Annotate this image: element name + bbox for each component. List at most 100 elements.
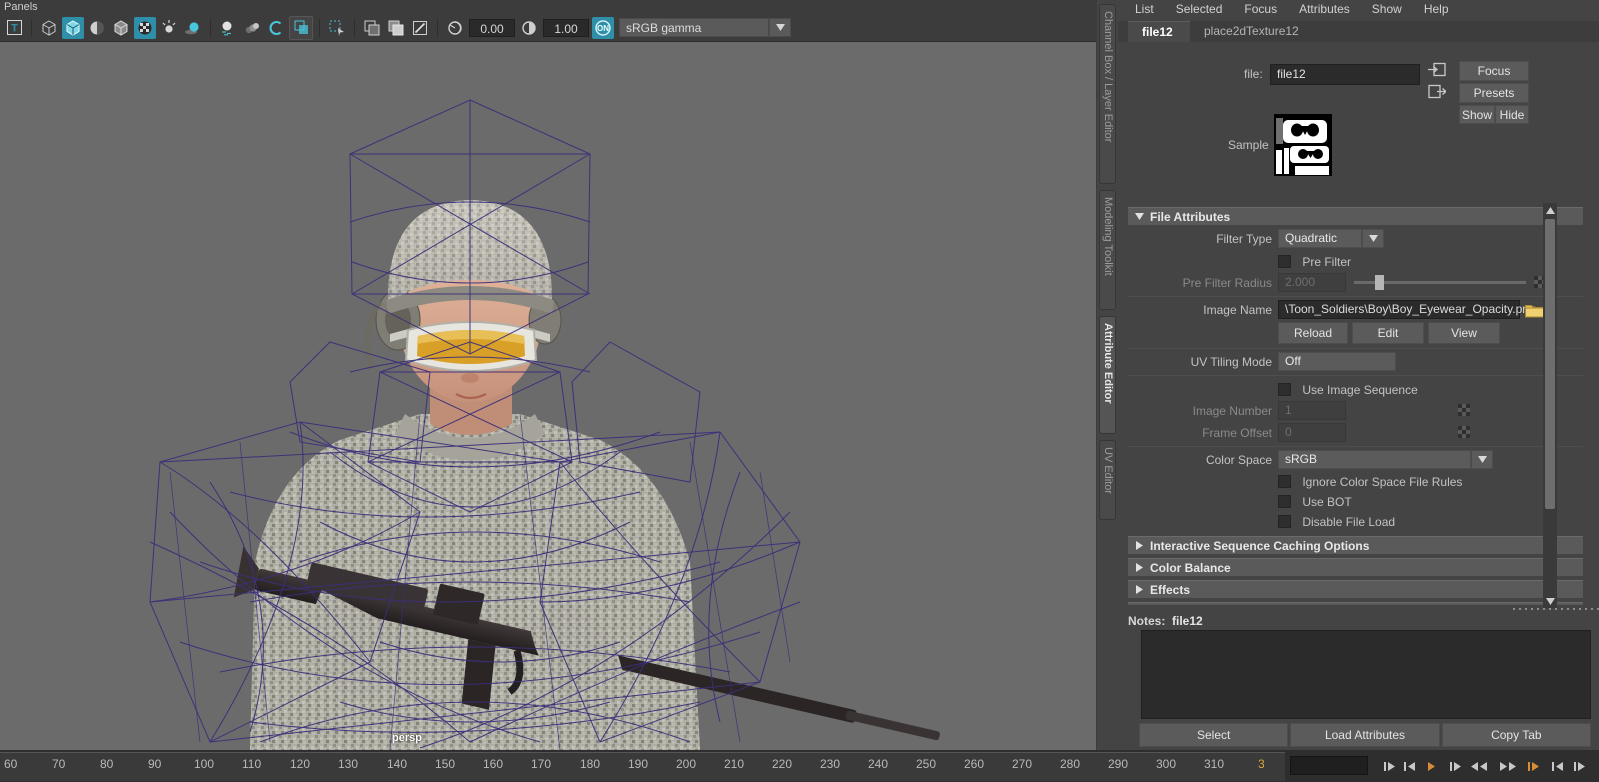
wireframe-icon[interactable]	[38, 17, 60, 39]
divider	[1128, 348, 1583, 349]
scroll-up-icon[interactable]	[1543, 203, 1557, 217]
toolbar-separator	[319, 18, 320, 37]
use-image-sequence-checkbox[interactable]	[1278, 383, 1291, 397]
time-ruler[interactable]: 60 70 80 90 100 110 120 130 140 150 160 …	[0, 752, 1285, 781]
edit-button[interactable]: Edit	[1352, 322, 1424, 344]
row-image-name: Image Name \Toon_Soldiers\Boy\Boy_Eyewea…	[1128, 300, 1583, 320]
pre-filter-radius-value[interactable]: 2.000	[1278, 273, 1346, 292]
exposure-value[interactable]: 0.00	[469, 18, 515, 37]
text-toggle-icon[interactable]: T	[3, 17, 25, 39]
film-gate-icon[interactable]	[361, 17, 383, 39]
image-number-value[interactable]: 1	[1278, 401, 1346, 420]
viewport-panel: Panels T 0.00 1.00 ON sRGB gamma persp	[0, 0, 1096, 750]
chevron-down-icon[interactable]	[1362, 229, 1384, 248]
tab-file12[interactable]: file12	[1128, 21, 1190, 42]
viewport-render	[0, 42, 1096, 750]
textured-icon[interactable]	[134, 16, 156, 39]
exposure-icon[interactable]	[444, 17, 466, 39]
color-management-preset[interactable]: sRGB gamma	[619, 18, 769, 37]
copy-tab-button[interactable]: Copy Tab	[1441, 723, 1591, 747]
menu-attributes[interactable]: Attributes	[1288, 0, 1361, 19]
panel-splitter-handle[interactable]	[1513, 607, 1599, 611]
isolate-select-icon[interactable]	[326, 17, 348, 39]
sidebar-item-attribute-editor[interactable]: Attribute Editor	[1099, 316, 1116, 434]
shadows-icon[interactable]	[182, 17, 204, 39]
time-tick: 120	[290, 757, 311, 771]
section-header-color-balance[interactable]: Color Balance	[1128, 558, 1583, 576]
uv-tiling-mode-value[interactable]: Off	[1278, 352, 1396, 371]
gate-mask-icon[interactable]	[409, 17, 431, 39]
image-name-input[interactable]: \Toon_Soldiers\Boy\Boy_Eyewear_Opacity.p…	[1278, 300, 1536, 319]
output-connection-icon[interactable]	[1428, 84, 1446, 99]
time-tick: 310	[1204, 757, 1225, 771]
motion-blur-icon[interactable]	[241, 17, 263, 39]
section-header-interactive-sequence-caching[interactable]: Interactive Sequence Caching Options	[1128, 536, 1583, 554]
ignore-color-space-checkbox[interactable]	[1278, 475, 1291, 489]
pre-filter-checkbox[interactable]	[1278, 255, 1291, 269]
menu-help[interactable]: Help	[1413, 0, 1460, 19]
node-header: file: file12 Focus Presets Show Hide Sam…	[1118, 42, 1599, 194]
divider	[1128, 296, 1583, 297]
input-connection-icon[interactable]	[1428, 62, 1446, 77]
frame-offset-label: Frame Offset	[1202, 426, 1272, 440]
3d-viewport[interactable]: persp	[0, 42, 1096, 750]
menu-selected[interactable]: Selected	[1165, 0, 1234, 19]
load-attributes-button[interactable]: Load Attributes	[1290, 723, 1440, 747]
multisample-icon[interactable]	[265, 17, 287, 39]
dock-tab-label: Attribute Editor	[1102, 323, 1114, 404]
use-bot-label: Use BOT	[1302, 494, 1352, 509]
select-button[interactable]: Select	[1139, 723, 1289, 747]
scrollbar-thumb[interactable]	[1545, 219, 1555, 509]
menu-show[interactable]: Show	[1361, 0, 1413, 19]
use-bot-checkbox[interactable]	[1278, 495, 1291, 509]
filter-type-value[interactable]: Quadratic	[1278, 229, 1362, 248]
section-title: Color Balance	[1150, 560, 1231, 575]
use-lights-icon[interactable]	[158, 17, 180, 39]
screen-space-ao-icon[interactable]	[217, 17, 239, 39]
shaded-flat-icon[interactable]	[86, 17, 108, 39]
pre-filter-radius-slider-handle[interactable]	[1375, 275, 1384, 290]
frame-offset-value[interactable]: 0	[1278, 423, 1346, 442]
reload-button[interactable]: Reload	[1278, 322, 1348, 344]
panels-menu[interactable]: Panels	[4, 0, 38, 14]
gamma-icon[interactable]	[518, 17, 540, 39]
xray-icon[interactable]	[289, 15, 313, 40]
file-label: file:	[1244, 67, 1263, 81]
file-name-input[interactable]: file12	[1270, 64, 1420, 85]
color-space-value[interactable]: sRGB	[1278, 450, 1471, 469]
expression-indicator-icon[interactable]	[1458, 426, 1470, 438]
current-frame-field[interactable]	[1290, 756, 1368, 775]
sidebar-item-uv-editor[interactable]: UV Editor	[1099, 440, 1116, 520]
smooth-shade-icon[interactable]	[62, 16, 84, 39]
section-title: Effects	[1150, 582, 1191, 597]
presets-button[interactable]: Presets	[1459, 83, 1529, 103]
chevron-down-icon[interactable]	[1471, 450, 1493, 469]
expression-indicator-icon[interactable]	[1458, 404, 1470, 416]
section-header-effects[interactable]: Effects	[1128, 580, 1583, 598]
texture-sample-swatch[interactable]	[1274, 114, 1332, 176]
attribute-scrollbar[interactable]	[1543, 203, 1557, 608]
gamma-value[interactable]: 1.00	[543, 18, 589, 37]
sidebar-item-modeling-toolkit[interactable]: Modeling Toolkit	[1099, 190, 1116, 310]
section-header-file-attributes[interactable]: File Attributes	[1128, 207, 1583, 225]
disable-file-load-checkbox[interactable]	[1278, 515, 1291, 529]
row-filter-type: Filter Type Quadratic	[1128, 229, 1583, 249]
focus-button[interactable]: Focus	[1459, 61, 1529, 81]
row-pre-filter: Pre Filter	[1128, 251, 1583, 271]
toolbar-separator	[437, 18, 438, 37]
folder-browse-icon[interactable]	[1525, 303, 1544, 317]
tab-place2dtexture12[interactable]: place2dTexture12	[1190, 21, 1318, 42]
wireframe-on-shaded-icon[interactable]	[110, 17, 132, 39]
menu-list[interactable]: List	[1124, 0, 1165, 19]
section-header-uv-coordinates[interactable]: UV Coordinates	[1128, 602, 1583, 605]
color-space-label: Color Space	[1205, 453, 1272, 467]
chevron-down-icon[interactable]	[769, 18, 791, 37]
sidebar-item-channel-box[interactable]: Channel Box / Layer Editor	[1099, 4, 1116, 184]
color-management-icon[interactable]: ON	[592, 16, 614, 39]
view-button[interactable]: View	[1428, 322, 1500, 344]
notes-node-name: file12	[1172, 614, 1203, 628]
resolution-gate-icon[interactable]	[385, 17, 407, 39]
notes-textarea[interactable]	[1141, 630, 1591, 719]
menu-focus[interactable]: Focus	[1233, 0, 1288, 19]
scroll-down-icon[interactable]	[1543, 594, 1557, 608]
